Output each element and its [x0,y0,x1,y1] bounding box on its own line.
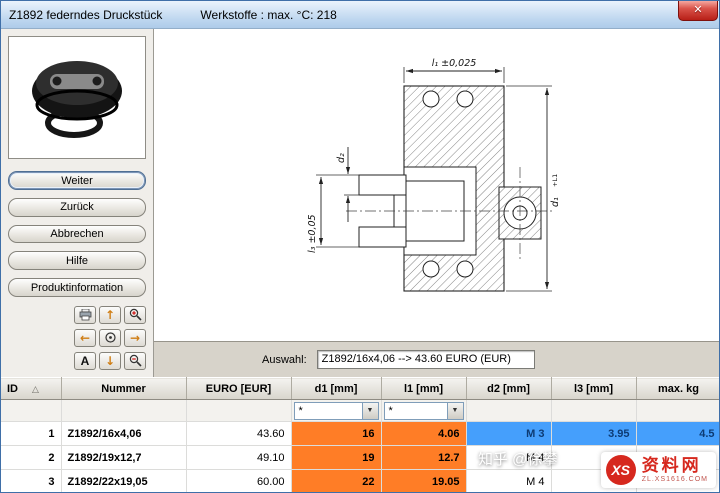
window-title: Z1892 federndes Druckstück [9,8,162,22]
content-area: l₁ ±0,025 d₁ +L1 d₂ l₃ ±0 [154,29,719,377]
table-row[interactable]: 2 Z1892/19x12,7 49.10 19 12.7 M 4 [1,446,720,470]
spring-plunger-photo [12,43,142,153]
cell-maxkg: 4.5 [636,422,720,446]
filter-maxkg [636,400,720,422]
dim-label-l1: l₁ ±0,025 [432,58,477,69]
cell-id: 1 [1,422,61,446]
technical-drawing: l₁ ±0,025 d₁ +L1 d₂ l₃ ±0 [154,29,719,341]
dim-label-d2: d₂ [336,153,347,163]
header-maxkg[interactable]: max. kg [636,378,720,400]
sidebar: Weiter Zurück Abbrechen Hilfe Produktinf… [1,29,154,377]
cell-euro: 60.00 [186,470,291,493]
results-table: ID△ Nummer EURO [EUR] d1 [mm] l1 [mm] d2… [1,377,720,493]
filter-l1-combo[interactable]: * ▼ [384,402,464,420]
dim-label-d1: d₁ [550,197,561,207]
selection-bar: Auswahl: Z1892/16x4,06 --> 43.60 EURO (E… [154,341,719,377]
arrow-up-icon: ↑ [105,309,115,321]
zoom-in-button[interactable] [124,306,146,324]
pan-up-button[interactable]: ↑ [99,306,121,324]
reset-view-button[interactable] [99,329,121,347]
print-button[interactable] [74,306,96,324]
letter-a-icon: A [81,354,90,368]
cell-l3 [551,470,636,493]
target-icon [104,331,117,344]
plunger-pin-upper [359,175,406,195]
filter-l3 [551,400,636,422]
header-euro[interactable]: EURO [EUR] [186,378,291,400]
table-row[interactable]: 3 Z1892/22x19,05 60.00 22 19.05 M 4 [1,470,720,493]
plunger-pin-lower [359,227,406,247]
selection-value-field[interactable]: Z1892/16x4,06 --> 43.60 EURO (EUR) [317,350,535,369]
cell-maxkg [636,470,720,493]
arrow-left-icon: ← [80,332,90,344]
cell-nummer: Z1892/16x4,06 [61,422,186,446]
filter-l1-value: * [385,405,447,417]
font-button[interactable]: A [74,352,96,370]
cell-l1: 4.06 [381,422,466,446]
app-window: Z1892 federndes Druckstück Werkstoffe : … [0,0,720,493]
view-toolbar: ↑ ← → A ↓ [74,306,146,370]
filter-euro [186,400,291,422]
sort-icon: △ [32,384,39,394]
pan-right-button[interactable]: → [124,329,146,347]
cell-l1: 12.7 [381,446,466,470]
filter-d1: * ▼ [291,400,381,422]
table-row[interactable]: 1 Z1892/16x4,06 43.60 16 4.06 M 3 3.95 4… [1,422,720,446]
magnifier-plus-icon [129,308,142,321]
header-id[interactable]: ID△ [1,378,61,400]
window-subtitle: Werkstoffe : max. °C: 218 [200,8,336,22]
cell-maxkg [636,446,720,470]
filter-d2 [466,400,551,422]
header-row: ID△ Nummer EURO [EUR] d1 [mm] l1 [mm] d2… [1,378,720,400]
selection-label: Auswahl: [262,354,307,366]
cell-l1: 19.05 [381,470,466,493]
dim-label-l3: l₃ ±0,05 [307,214,318,253]
header-d2[interactable]: d2 [mm] [466,378,551,400]
cell-l3: 3.95 [551,422,636,446]
zurueck-button[interactable]: Zurück [8,198,146,217]
cell-id: 2 [1,446,61,470]
filter-nummer [61,400,186,422]
cell-l3 [551,446,636,470]
arrow-down-icon: ↓ [105,355,115,367]
header-d1[interactable]: d1 [mm] [291,378,381,400]
cell-d1: 22 [291,470,381,493]
cell-euro: 49.10 [186,446,291,470]
cell-d2: M 3 [466,422,551,446]
filter-l1-dropdown[interactable]: ▼ [447,403,463,419]
weiter-button[interactable]: Weiter [8,171,146,190]
filter-d1-combo[interactable]: * ▼ [294,402,379,420]
product-photo [8,36,146,159]
cell-d2: M 4 [466,470,551,493]
pan-down-button[interactable]: ↓ [99,352,121,370]
filter-d1-value: * [295,405,362,417]
header-l1[interactable]: l1 [mm] [381,378,466,400]
abbrechen-button[interactable]: Abbrechen [8,225,146,244]
printer-icon [79,309,92,321]
cell-nummer: Z1892/22x19,05 [61,470,186,493]
hilfe-button[interactable]: Hilfe [8,251,146,270]
cell-euro: 43.60 [186,422,291,446]
header-l3[interactable]: l3 [mm] [551,378,636,400]
filter-d1-dropdown[interactable]: ▼ [362,403,378,419]
title-bar: Z1892 federndes Druckstück Werkstoffe : … [1,1,719,29]
cell-id: 3 [1,470,61,493]
filter-l1: * ▼ [381,400,466,422]
dim-label-d1-tol: +L1 [551,174,559,187]
header-nummer[interactable]: Nummer [61,378,186,400]
cell-d1: 19 [291,446,381,470]
cell-nummer: Z1892/19x12,7 [61,446,186,470]
close-button[interactable]: ✕ [678,1,718,21]
cell-d1: 16 [291,422,381,446]
arrow-right-icon: → [130,332,140,344]
filter-row: * ▼ * ▼ [1,400,720,422]
zoom-out-button[interactable] [124,352,146,370]
pan-left-button[interactable]: ← [74,329,96,347]
filter-id [1,400,61,422]
magnifier-minus-icon [129,354,142,367]
produktinformation-button[interactable]: Produktinformation [8,278,146,297]
cell-d2: M 4 [466,446,551,470]
